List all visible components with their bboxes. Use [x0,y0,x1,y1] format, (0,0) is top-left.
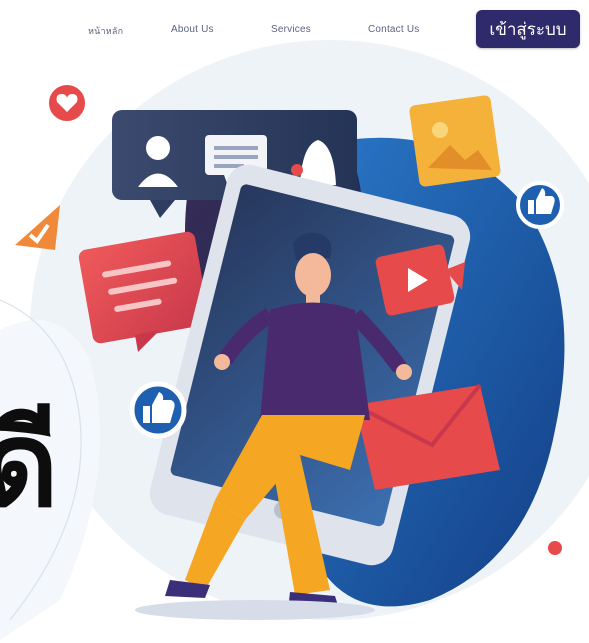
heart-icon [45,81,89,125]
nav-home-link[interactable]: หน้าหลัก [88,24,123,38]
like-icon [516,181,564,229]
nav-about-link[interactable]: About Us [171,24,214,35]
ground-shadow [135,600,375,620]
image-icon [409,95,501,187]
hero-stage: หน้าหลัก About Us Services Contact Us เข… [0,0,589,643]
nav-services-link[interactable]: Services [271,24,311,35]
login-button[interactable]: เข้าสู่ระบบ [476,10,580,48]
hero-illustration [0,40,589,640]
hero-heading-fragment: ดี [0,395,59,533]
nav-contact-link[interactable]: Contact Us [368,24,419,35]
check-triangle-icon [15,205,60,250]
top-navigation: หน้าหลัก About Us Services Contact Us เข… [0,0,589,62]
like-badge-icon [129,381,187,439]
small-heart-icon [542,535,568,561]
